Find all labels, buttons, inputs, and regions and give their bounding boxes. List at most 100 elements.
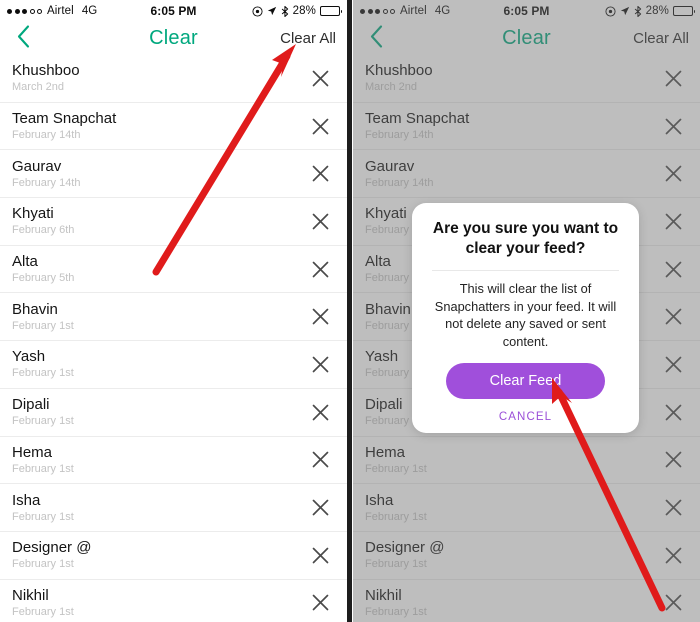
clear-feed-confirm-dialog: Are you sure you want to clear your feed… bbox=[412, 203, 639, 433]
battery-icon bbox=[320, 6, 342, 16]
list-item-name: Khushboo bbox=[12, 62, 80, 80]
dialog-title: Are you sure you want to clear your feed… bbox=[432, 220, 619, 257]
list-item-date: February 5th bbox=[12, 272, 75, 285]
close-x-icon[interactable] bbox=[662, 258, 684, 280]
panel-divider bbox=[347, 0, 352, 622]
list-item-text: Hema February 1st bbox=[0, 443, 74, 475]
close-x-icon[interactable] bbox=[309, 544, 331, 566]
dialog-message: This will clear the list of Snapchatters… bbox=[434, 281, 617, 349]
list-item[interactable]: Nikhil February 1st bbox=[0, 580, 347, 622]
list-item-date: February 14th bbox=[365, 129, 434, 142]
list-item[interactable]: Designer @ February 1st bbox=[0, 532, 347, 580]
list-item-text: Gaurav February 14th bbox=[353, 157, 434, 189]
close-x-icon[interactable] bbox=[309, 210, 331, 232]
list-item[interactable]: Isha February 1st bbox=[0, 484, 347, 532]
close-x-icon[interactable] bbox=[309, 163, 331, 185]
clock-label: 6:05 PM bbox=[503, 4, 550, 18]
list-item-date: February 14th bbox=[12, 176, 81, 189]
close-x-icon[interactable] bbox=[309, 401, 331, 423]
list-item-text: Hema February 1st bbox=[353, 444, 427, 475]
list-item-date: February 1st bbox=[12, 605, 74, 618]
close-x-icon[interactable] bbox=[662, 544, 684, 566]
close-x-icon[interactable] bbox=[309, 353, 331, 375]
list-item-date: February 14th bbox=[365, 176, 434, 189]
list-item[interactable]: Gaurav February 14th bbox=[0, 150, 347, 199]
list-item-date: March 2nd bbox=[365, 81, 417, 94]
list-item-text: Alta February 5th bbox=[0, 254, 75, 285]
list-item-name: Team Snapchat bbox=[365, 110, 470, 128]
list-item-text: Team Snapchat February 14th bbox=[353, 110, 470, 142]
list-item[interactable]: Yash February 1st bbox=[0, 341, 347, 389]
list-item[interactable]: Isha February 1st bbox=[353, 484, 700, 532]
clock-label: 6:05 PM bbox=[150, 4, 197, 18]
close-x-icon[interactable] bbox=[662, 401, 684, 423]
close-x-icon[interactable] bbox=[662, 115, 684, 137]
list-item-text: Isha February 1st bbox=[353, 491, 427, 523]
close-x-icon[interactable] bbox=[309, 258, 331, 280]
list-item[interactable]: Khushboo March 2nd bbox=[353, 55, 700, 103]
list-item-text: Bhavin February 1st bbox=[0, 300, 74, 332]
close-x-icon[interactable] bbox=[662, 592, 684, 614]
close-x-icon[interactable] bbox=[309, 592, 331, 614]
list-item-name: Isha bbox=[12, 491, 41, 509]
clear-all-button[interactable]: Clear All bbox=[633, 30, 700, 47]
list-item-name: Gaurav bbox=[12, 157, 62, 175]
list-item-date: February 6th bbox=[12, 224, 75, 237]
battery-icon bbox=[673, 6, 695, 16]
list-item-name: Gaurav bbox=[365, 157, 415, 175]
list-item[interactable]: Designer @ February 1st bbox=[353, 532, 700, 580]
list-item[interactable]: Nikhil February 1st bbox=[353, 580, 700, 622]
list-item-name: Isha bbox=[365, 491, 394, 509]
list-item-name: Nikhil bbox=[12, 586, 49, 604]
list-item-date: February 1st bbox=[12, 510, 74, 523]
list-item-text: Nikhil February 1st bbox=[353, 587, 427, 618]
close-x-icon[interactable] bbox=[309, 67, 331, 89]
close-x-icon[interactable] bbox=[662, 163, 684, 185]
list-item-name: Dipali bbox=[12, 396, 50, 414]
list-item-date: February 1st bbox=[12, 415, 74, 428]
list-item-text: Khushboo March 2nd bbox=[353, 63, 433, 94]
list-item[interactable]: Team Snapchat February 14th bbox=[353, 103, 700, 151]
close-x-icon[interactable] bbox=[662, 353, 684, 375]
list-item-text: Nikhil February 1st bbox=[0, 586, 74, 618]
list-item-name: Hema bbox=[12, 443, 53, 461]
close-x-icon[interactable] bbox=[309, 449, 331, 471]
list-item-date: February 1st bbox=[12, 319, 74, 332]
feed-list-left[interactable]: Khushboo March 2nd Team Snapchat February 1… bbox=[0, 55, 347, 622]
phone-screen-left: Airtel 4G 6:05 PM 28% Clear Clear All Kh… bbox=[0, 0, 347, 622]
list-item-text: Khushboo March 2nd bbox=[0, 62, 80, 94]
list-item-name: Bhavin bbox=[12, 300, 58, 318]
list-item-text: Team Snapchat February 14th bbox=[0, 110, 117, 142]
close-x-icon[interactable] bbox=[662, 449, 684, 471]
list-item-date: February 1st bbox=[12, 462, 74, 475]
list-item-date: February 1st bbox=[365, 462, 427, 475]
list-item-text: Khyati February 6th bbox=[0, 206, 75, 237]
status-bar-right: Airtel 4G 6:05 PM 28% bbox=[353, 0, 700, 22]
cancel-button[interactable]: CANCEL bbox=[412, 399, 639, 423]
list-item-date: February 1st bbox=[365, 558, 427, 571]
close-x-icon[interactable] bbox=[309, 497, 331, 519]
close-x-icon[interactable] bbox=[662, 67, 684, 89]
list-item[interactable]: Bhavin February 1st bbox=[0, 293, 347, 342]
list-item-date: February 1st bbox=[365, 510, 427, 523]
list-item[interactable]: Khyati February 6th bbox=[0, 198, 347, 246]
list-item-name: Team Snapchat bbox=[12, 110, 117, 128]
list-item-date: February 1st bbox=[12, 367, 74, 380]
list-item[interactable]: Hema February 1st bbox=[0, 437, 347, 485]
close-x-icon[interactable] bbox=[309, 115, 331, 137]
clear-all-button[interactable]: Clear All bbox=[280, 30, 347, 47]
list-item-name: Designer @ bbox=[365, 539, 445, 557]
list-item[interactable]: Alta February 5th bbox=[0, 246, 347, 294]
list-item-date: February 1st bbox=[12, 558, 74, 571]
list-item[interactable]: Hema February 1st bbox=[353, 437, 700, 485]
list-item[interactable]: Dipali February 1st bbox=[0, 389, 347, 437]
close-x-icon[interactable] bbox=[662, 210, 684, 232]
close-x-icon[interactable] bbox=[662, 306, 684, 328]
clear-feed-button[interactable]: Clear Feed bbox=[446, 363, 605, 399]
list-item-text: Isha February 1st bbox=[0, 491, 74, 523]
list-item[interactable]: Team Snapchat February 14th bbox=[0, 103, 347, 151]
close-x-icon[interactable] bbox=[309, 306, 331, 328]
list-item[interactable]: Gaurav February 14th bbox=[353, 150, 700, 199]
list-item[interactable]: Khushboo March 2nd bbox=[0, 55, 347, 103]
close-x-icon[interactable] bbox=[662, 497, 684, 519]
